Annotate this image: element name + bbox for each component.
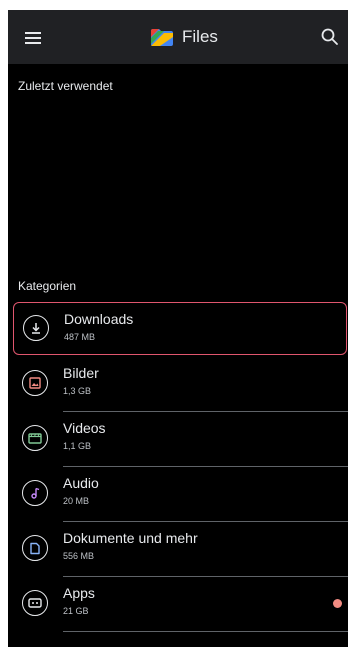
video-icon [22, 425, 48, 451]
category-name: Audio [63, 475, 99, 491]
category-list: Bilder 1,3 GB Videos 1,1 GB Audio 20 MB … [8, 357, 348, 632]
category-downloads[interactable]: Downloads 487 MB [13, 302, 347, 355]
category-name: Videos [63, 420, 106, 436]
app-title: Files [150, 25, 218, 49]
category-name: Bilder [63, 365, 99, 381]
category-size: 487 MB [64, 332, 96, 342]
search-icon [321, 28, 338, 45]
notification-badge [333, 599, 342, 608]
app-title-text: Files [182, 27, 218, 46]
image-icon [22, 370, 48, 396]
document-icon [22, 535, 48, 561]
category-dokumente[interactable]: Dokumente und mehr 556 MB [8, 522, 348, 577]
category-audio[interactable]: Audio 20 MB [8, 467, 348, 522]
menu-icon-line [25, 37, 41, 39]
files-logo-icon [151, 29, 173, 46]
divider [63, 631, 348, 632]
category-apps[interactable]: Apps 21 GB [8, 577, 348, 632]
files-app-screen: Files Zuletzt verwendet Kategorien Downl… [8, 10, 348, 647]
category-name: Apps [63, 585, 95, 601]
category-size: 1,3 GB [63, 386, 92, 396]
category-videos[interactable]: Videos 1,1 GB [8, 412, 348, 467]
category-name: Dokumente und mehr [63, 530, 198, 546]
category-size: 21 GB [63, 606, 89, 616]
menu-icon-line [25, 32, 41, 34]
search-button[interactable] [320, 27, 340, 47]
recent-section-label: Zuletzt verwendet [18, 79, 113, 93]
music-note-icon [22, 480, 48, 506]
category-size: 556 MB [63, 551, 95, 561]
category-size: 1,1 GB [63, 441, 92, 451]
category-bilder[interactable]: Bilder 1,3 GB [8, 357, 348, 412]
menu-button[interactable] [22, 26, 44, 48]
category-name: Downloads [64, 311, 134, 327]
apps-icon [22, 590, 48, 616]
download-icon [23, 315, 49, 341]
categories-section-label: Kategorien [18, 279, 77, 293]
app-bar: Files [8, 10, 348, 64]
menu-icon-line [25, 42, 41, 44]
category-size: 20 MB [63, 496, 90, 506]
